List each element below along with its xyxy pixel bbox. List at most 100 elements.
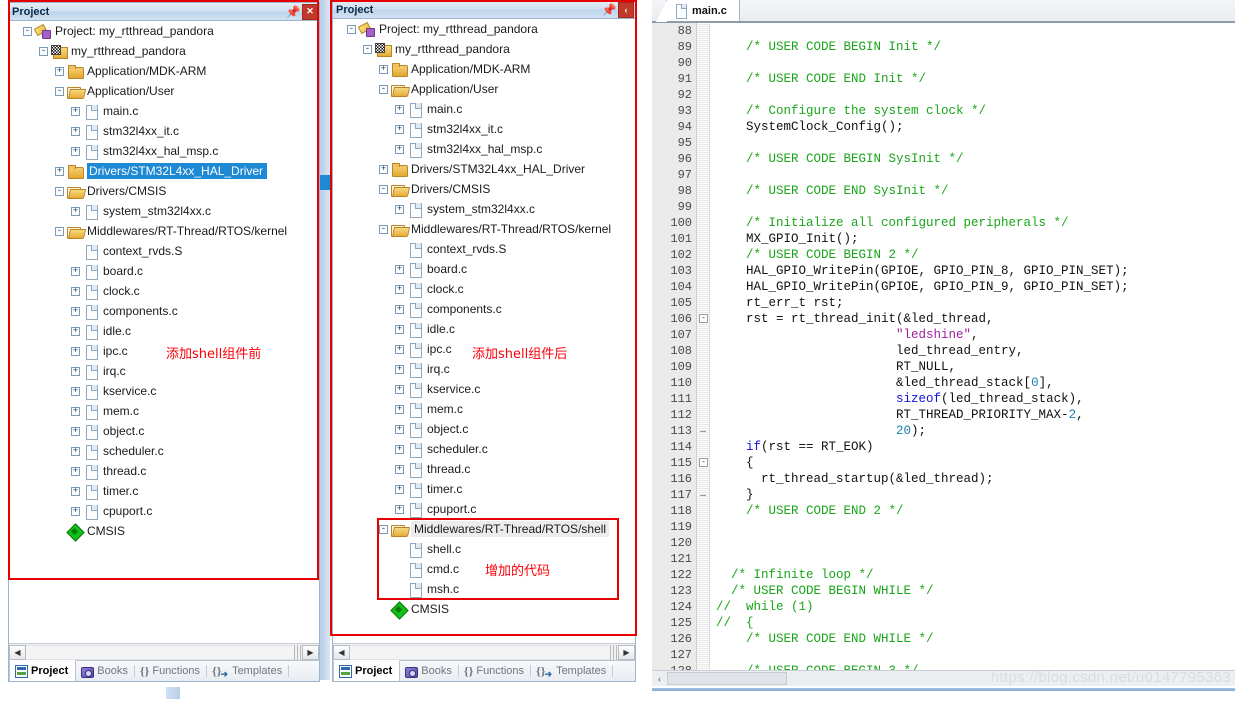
- tree-item[interactable]: - my_rtthread_pandora: [9, 41, 319, 61]
- code-line[interactable]: /* USER CODE END 2 */: [716, 503, 1235, 519]
- code-area[interactable]: 88 89 90 91 92 93 94 95 96 97 98 99 100 101 102 103 104 1…: [652, 23, 1235, 670]
- tree-item[interactable]: + board.c: [9, 261, 319, 281]
- code-folding-column[interactable]: --: [696, 23, 710, 670]
- editor-tab-main-c[interactable]: main.c: [656, 0, 740, 22]
- expand-toggle-icon[interactable]: +: [71, 506, 80, 516]
- tree-item[interactable]: + cpuport.c: [9, 501, 319, 521]
- tree-item[interactable]: + scheduler.c: [333, 439, 635, 459]
- code-line[interactable]: /* USER CODE BEGIN 2 */: [716, 247, 1235, 263]
- tree-item[interactable]: + mem.c: [333, 399, 635, 419]
- expand-toggle-icon[interactable]: +: [379, 64, 388, 74]
- code-line[interactable]: /* USER CODE BEGIN Init */: [716, 39, 1235, 55]
- scroll-grip[interactable]: [610, 644, 618, 660]
- project-tree-after[interactable]: - Project: my_rtthread_pandora - my_rtthrea…: [333, 19, 635, 643]
- code-line[interactable]: [716, 167, 1235, 183]
- expand-toggle-icon[interactable]: +: [71, 406, 80, 416]
- tree-item[interactable]: + Drivers/STM32L4xx_HAL_Driver: [333, 159, 635, 179]
- tree-item[interactable]: + thread.c: [9, 461, 319, 481]
- tree-item[interactable]: + irq.c: [333, 359, 635, 379]
- code-line[interactable]: [716, 87, 1235, 103]
- tree-item[interactable]: + components.c: [333, 299, 635, 319]
- tree-item[interactable]: CMSIS: [9, 521, 319, 541]
- tab-functions[interactable]: {} Functions: [135, 661, 208, 681]
- collapse-toggle-icon[interactable]: -: [379, 524, 388, 534]
- scroll-track[interactable]: [26, 644, 294, 660]
- expand-toggle-icon[interactable]: +: [395, 484, 404, 494]
- expand-toggle-icon[interactable]: +: [395, 144, 404, 154]
- collapse-toggle-icon[interactable]: -: [363, 44, 372, 54]
- expand-toggle-icon[interactable]: +: [395, 104, 404, 114]
- tab-project[interactable]: Project: [333, 660, 401, 681]
- tree-item[interactable]: CMSIS: [333, 599, 635, 619]
- code-line[interactable]: sizeof(led_thread_stack),: [716, 391, 1235, 407]
- tree-item[interactable]: + object.c: [9, 421, 319, 441]
- expand-toggle-icon[interactable]: +: [395, 404, 404, 414]
- code-line[interactable]: /* USER CODE BEGIN 3 */: [716, 663, 1235, 670]
- code-line[interactable]: [716, 535, 1235, 551]
- code-line[interactable]: [716, 551, 1235, 567]
- tree-item[interactable]: shell.c: [333, 539, 635, 559]
- code-line[interactable]: /* USER CODE END Init */: [716, 71, 1235, 87]
- expand-toggle-icon[interactable]: +: [395, 204, 404, 214]
- expand-toggle-icon[interactable]: +: [71, 446, 80, 456]
- tree-item[interactable]: + object.c: [333, 419, 635, 439]
- tree-item[interactable]: + stm32l4xx_it.c: [9, 121, 319, 141]
- tree-item[interactable]: + idle.c: [9, 321, 319, 341]
- code-line[interactable]: /* USER CODE END SysInit */: [716, 183, 1235, 199]
- expand-toggle-icon[interactable]: +: [395, 424, 404, 434]
- tree-item[interactable]: msh.c: [333, 579, 635, 599]
- code-line[interactable]: // while (1): [716, 599, 1235, 615]
- tree-item[interactable]: - Application/User: [9, 81, 319, 101]
- collapse-toggle-icon[interactable]: -: [55, 226, 64, 236]
- tab-functions[interactable]: {} Functions: [459, 661, 532, 681]
- code-line[interactable]: RT_NULL,: [716, 359, 1235, 375]
- scroll-grip[interactable]: [294, 644, 302, 660]
- tree-item[interactable]: - Project: my_rtthread_pandora: [9, 21, 319, 41]
- horizontal-scrollbar-before[interactable]: ◀ ▶: [9, 643, 319, 660]
- tree-item[interactable]: + timer.c: [333, 479, 635, 499]
- pin-icon[interactable]: 📌: [601, 2, 617, 18]
- code-line[interactable]: &led_thread_stack[0],: [716, 375, 1235, 391]
- tree-item[interactable]: + stm32l4xx_hal_msp.c: [9, 141, 319, 161]
- expand-toggle-icon[interactable]: +: [395, 364, 404, 374]
- tab-project[interactable]: Project: [9, 660, 77, 681]
- scroll-right-arrow-icon[interactable]: ▶: [302, 644, 319, 660]
- code-line[interactable]: /* USER CODE BEGIN WHILE */: [716, 583, 1235, 599]
- code-line[interactable]: led_thread_entry,: [716, 343, 1235, 359]
- project-tree-before[interactable]: - Project: my_rtthread_pandora - my_rtthrea…: [9, 21, 319, 643]
- tree-item[interactable]: + kservice.c: [9, 381, 319, 401]
- code-line[interactable]: // {: [716, 615, 1235, 631]
- tab-books[interactable]: Books: [400, 661, 459, 681]
- code-line[interactable]: rt_thread_startup(&led_thread);: [716, 471, 1235, 487]
- code-line[interactable]: RT_THREAD_PRIORITY_MAX-2,: [716, 407, 1235, 423]
- code-line[interactable]: 20);: [716, 423, 1235, 439]
- tree-item[interactable]: context_rvds.S: [9, 241, 319, 261]
- tree-item[interactable]: - Middlewares/RT-Thread/RTOS/kernel: [9, 221, 319, 241]
- tree-item[interactable]: context_rvds.S: [333, 239, 635, 259]
- tree-item[interactable]: cmd.c: [333, 559, 635, 579]
- expand-toggle-icon[interactable]: +: [395, 304, 404, 314]
- code-line[interactable]: MX_GPIO_Init();: [716, 231, 1235, 247]
- expand-toggle-icon[interactable]: +: [71, 386, 80, 396]
- expand-toggle-icon[interactable]: +: [71, 126, 80, 136]
- horizontal-scrollbar-after[interactable]: ◀ ▶: [333, 643, 635, 660]
- tab-templates[interactable]: {}➜ Templates: [207, 661, 290, 681]
- expand-toggle-icon[interactable]: +: [71, 146, 80, 156]
- expand-toggle-icon[interactable]: +: [71, 466, 80, 476]
- expand-toggle-icon[interactable]: +: [71, 326, 80, 336]
- collapse-toggle-icon[interactable]: -: [55, 186, 64, 196]
- editor-horizontal-scrollbar[interactable]: ‹ https://blog.csdn.net/u0147795363: [652, 669, 1235, 686]
- tree-item[interactable]: - Project: my_rtthread_pandora: [333, 19, 635, 39]
- expand-toggle-icon[interactable]: +: [395, 264, 404, 274]
- expand-toggle-icon[interactable]: +: [379, 164, 388, 174]
- collapse-toggle-icon[interactable]: -: [379, 224, 388, 234]
- tree-item[interactable]: + Application/MDK-ARM: [9, 61, 319, 81]
- tree-item[interactable]: + clock.c: [333, 279, 635, 299]
- close-icon[interactable]: ✕: [302, 3, 318, 20]
- tree-item[interactable]: + board.c: [333, 259, 635, 279]
- expand-toggle-icon[interactable]: +: [71, 106, 80, 116]
- code-line[interactable]: {: [716, 455, 1235, 471]
- expand-toggle-icon[interactable]: +: [71, 306, 80, 316]
- expand-toggle-icon[interactable]: +: [395, 444, 404, 454]
- code-line[interactable]: }: [716, 487, 1235, 503]
